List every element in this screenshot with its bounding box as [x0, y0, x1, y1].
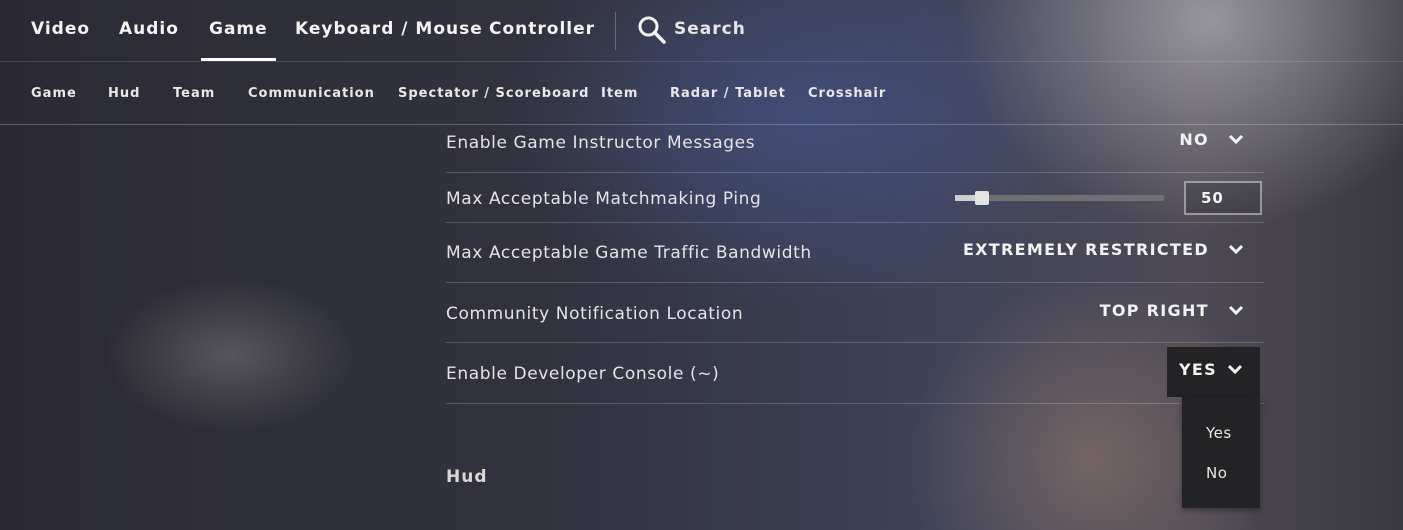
- subtab-crosshair[interactable]: Crosshair: [808, 62, 886, 126]
- section-title-hud: Hud: [446, 467, 488, 487]
- setting-label: Community Notification Location: [446, 304, 744, 324]
- subtab-item[interactable]: Item: [601, 62, 638, 126]
- subtab-team[interactable]: Team: [173, 62, 215, 126]
- dropdown-option-no[interactable]: No: [1206, 464, 1227, 482]
- top-navigation: Video Audio Game Keyboard / Mouse Contro…: [0, 0, 1403, 61]
- slider-thumb[interactable]: [975, 191, 989, 205]
- tab-controller[interactable]: Controller: [489, 0, 595, 61]
- search-icon: [638, 16, 666, 44]
- setting-row-traffic-bandwidth: Max Acceptable Game Traffic Bandwidth EX…: [446, 223, 1264, 283]
- dropdown-value: TOP RIGHT: [1099, 301, 1209, 320]
- tab-video[interactable]: Video: [31, 0, 90, 61]
- setting-row-game-instructor: Enable Game Instructor Messages NO: [446, 126, 1264, 173]
- chevron-down-icon: [1228, 244, 1244, 254]
- tab-audio[interactable]: Audio: [119, 0, 179, 61]
- setting-label: Enable Developer Console (~): [446, 364, 720, 384]
- dropdown-option-yes[interactable]: Yes: [1206, 424, 1232, 442]
- sub-navigation: Game Hud Team Communication Spectator / …: [0, 61, 1403, 125]
- dropdown-value: EXTREMELY RESTRICTED: [962, 240, 1209, 259]
- subtab-spectator-scoreboard[interactable]: Spectator / Scoreboard: [398, 62, 590, 126]
- dropdown-menu: Yes No: [1182, 397, 1260, 508]
- ping-value-input[interactable]: 50: [1184, 181, 1262, 215]
- subtab-communication[interactable]: Communication: [248, 62, 375, 126]
- developer-console-dropdown[interactable]: YES: [1167, 347, 1260, 397]
- search-label: Search: [674, 19, 746, 39]
- dropdown-value: YES: [1179, 360, 1217, 379]
- dropdown-value: NO: [1179, 130, 1209, 149]
- setting-label: Max Acceptable Matchmaking Ping: [446, 189, 762, 209]
- subtab-hud[interactable]: Hud: [108, 62, 140, 126]
- setting-row-notification-location: Community Notification Location TOP RIGH…: [446, 283, 1264, 343]
- settings-list: Enable Game Instructor Messages NO Max A…: [446, 126, 1264, 404]
- game-instructor-dropdown[interactable]: NO: [1179, 129, 1244, 159]
- setting-label: Max Acceptable Game Traffic Bandwidth: [446, 243, 812, 263]
- setting-row-matchmaking-ping: Max Acceptable Matchmaking Ping 50: [446, 173, 1264, 223]
- bandwidth-dropdown[interactable]: EXTREMELY RESTRICTED: [963, 239, 1244, 269]
- setting-label: Enable Game Instructor Messages: [446, 133, 756, 153]
- chevron-down-icon: [1228, 134, 1244, 144]
- tab-keyboard-mouse[interactable]: Keyboard / Mouse: [295, 0, 483, 61]
- subtab-radar-tablet[interactable]: Radar / Tablet: [670, 62, 786, 126]
- chevron-down-icon: [1228, 305, 1244, 315]
- setting-row-developer-console: Enable Developer Console (~): [446, 343, 1264, 404]
- tab-game[interactable]: Game: [201, 0, 276, 61]
- subtab-game[interactable]: Game: [31, 62, 77, 126]
- notification-location-dropdown[interactable]: TOP RIGHT: [1100, 300, 1244, 330]
- nav-divider: [615, 12, 616, 50]
- chevron-down-icon: [1227, 364, 1243, 375]
- ping-slider[interactable]: [955, 191, 1164, 205]
